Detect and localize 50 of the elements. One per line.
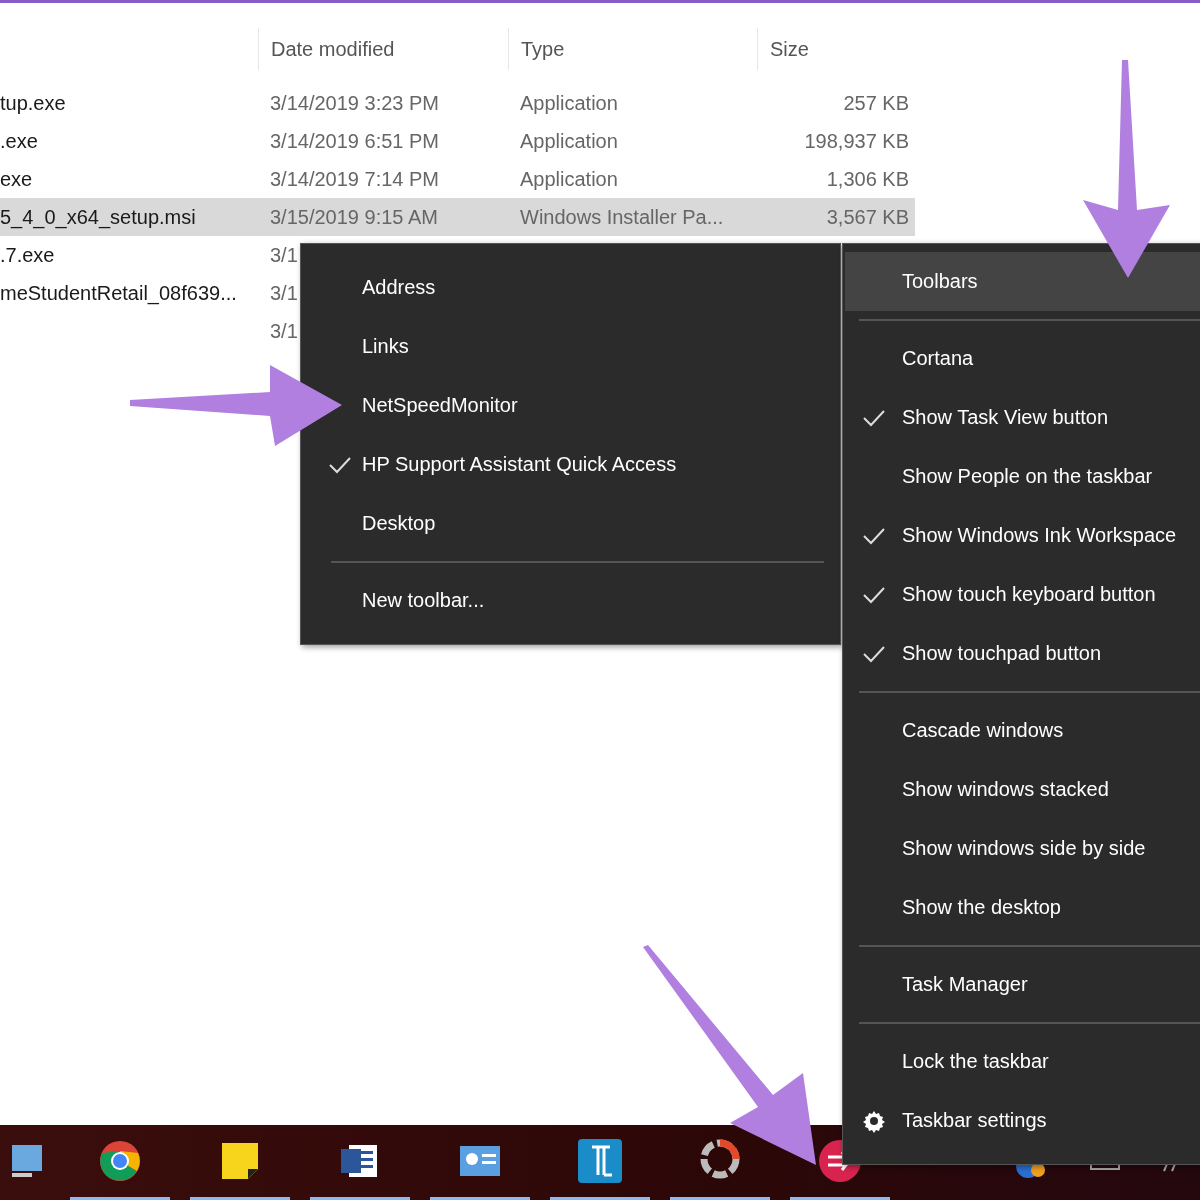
type-cell-text: Application — [519, 129, 619, 153]
typing-app-icon[interactable] — [578, 1139, 622, 1183]
menu-item[interactable]: Show Windows Ink Workspace — [845, 506, 1200, 565]
date-cell-text: 3/1 — [269, 319, 299, 343]
size-cell-text: 198,937 KB — [803, 129, 910, 153]
browser-icon[interactable] — [99, 1140, 141, 1182]
menu-item[interactable]: Toolbars — [845, 252, 1200, 311]
type-cell-text: Application — [519, 167, 619, 191]
size-cell-text: 3,567 KB — [825, 205, 910, 229]
date-cell-text: 3/15/2019 9:15 AM — [269, 205, 439, 229]
menu-item[interactable]: Taskbar settings — [845, 1091, 1200, 1150]
file-name: .exe — [0, 129, 39, 153]
file-name: meStudentRetail_08f639... — [0, 281, 238, 305]
menu-item[interactable]: Address — [317, 258, 824, 317]
column-header[interactable]: Type — [508, 28, 757, 70]
menu-item[interactable]: Task Manager — [845, 955, 1200, 1014]
size-cell-text: 257 KB — [842, 91, 910, 115]
menu-item[interactable]: Show touch keyboard button — [845, 565, 1200, 624]
date-cell-text: 3/14/2019 6:51 PM — [269, 129, 440, 153]
menu-item[interactable]: Cascade windows — [845, 701, 1200, 760]
menu-item[interactable]: HP Support Assistant Quick Access — [317, 435, 824, 494]
menu-item[interactable]: Show Task View button — [845, 388, 1200, 447]
menu-item[interactable]: Show People on the taskbar — [845, 447, 1200, 506]
type-cell-text: Application — [519, 91, 619, 115]
file-name: .7.exe — [0, 243, 56, 267]
sticky-note-icon[interactable] — [222, 1143, 258, 1179]
file-name: tup.exe — [0, 91, 67, 115]
date-cell-text: 3/1 — [269, 243, 299, 267]
date-cell-text: 3/1 — [269, 281, 299, 305]
type-cell-text: Windows Installer Pa... — [519, 205, 725, 229]
menu-item[interactable]: Show touchpad button — [845, 624, 1200, 683]
column-header[interactable]: Size — [757, 28, 915, 70]
control-panel-icon[interactable] — [460, 1146, 500, 1176]
file-name: 5_4_0_x64_setup.msi — [0, 205, 197, 229]
menu-item[interactable]: New toolbar... — [317, 571, 824, 630]
menu-item[interactable]: NetSpeedMonitor — [317, 376, 824, 435]
menu-item[interactable]: Lock the taskbar — [845, 1032, 1200, 1091]
document-app-icon[interactable] — [341, 1143, 379, 1179]
menu-item[interactable]: Desktop — [317, 494, 824, 553]
file-name: exe — [0, 167, 34, 191]
menu-item[interactable]: Links — [317, 317, 824, 376]
column-header[interactable]: Date modified — [258, 28, 508, 70]
size-cell-text: 1,306 KB — [825, 167, 910, 191]
selected-file-row[interactable]: 5_4_0_x64_setup.msi 3/15/2019 9:15 AM Windows Installer Pa... 3,567 KB — [0, 198, 915, 236]
menu-item[interactable]: Cortana — [845, 329, 1200, 388]
menu-item[interactable]: Show the desktop — [845, 878, 1200, 937]
menu-item[interactable]: Show windows side by side — [845, 819, 1200, 878]
date-cell-text: 3/14/2019 7:14 PM — [269, 167, 440, 191]
date-cell-text: 3/14/2019 3:23 PM — [269, 91, 440, 115]
menu-item[interactable]: Show windows stacked — [845, 760, 1200, 819]
